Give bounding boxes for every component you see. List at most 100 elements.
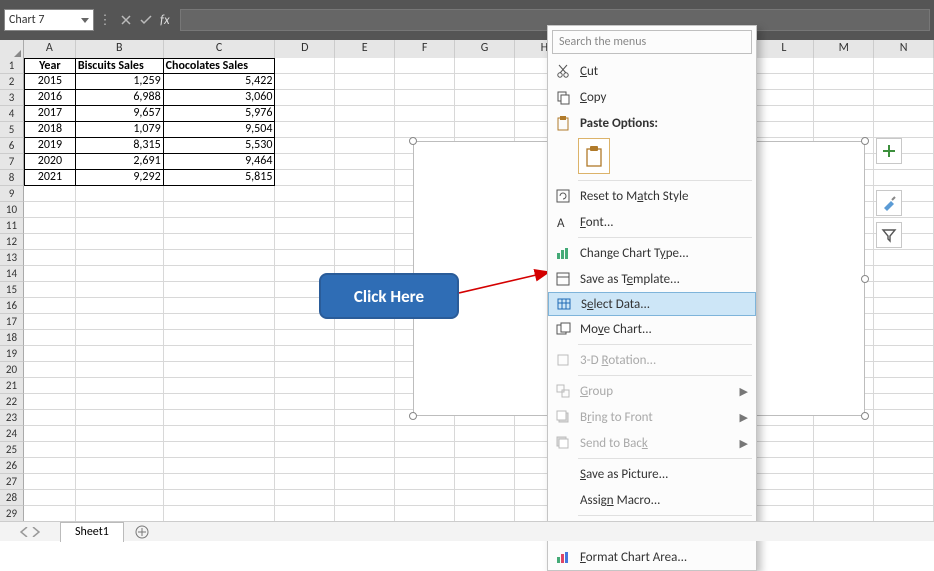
cell[interactable]: 1,079 [76, 122, 164, 138]
cell[interactable] [275, 506, 335, 522]
cell[interactable] [814, 426, 874, 442]
menu-copy[interactable]: Copy [548, 84, 756, 110]
row-header[interactable]: 20 [0, 362, 24, 378]
cell[interactable] [335, 394, 395, 410]
cell[interactable]: 5,976 [164, 106, 276, 122]
name-box[interactable]: Chart 7 [4, 9, 94, 31]
cell[interactable]: 2,691 [76, 154, 164, 170]
cell[interactable] [335, 410, 395, 426]
cell[interactable] [76, 282, 164, 298]
cell[interactable] [455, 426, 515, 442]
cell[interactable] [275, 250, 335, 266]
row-header[interactable]: 12 [0, 234, 24, 250]
menu-font[interactable]: A Font... [548, 209, 756, 235]
menu-cut[interactable]: Cut [548, 58, 756, 84]
cell[interactable] [24, 394, 76, 410]
cell[interactable] [275, 394, 335, 410]
cell[interactable] [76, 426, 164, 442]
col-header-D[interactable]: D [275, 40, 335, 58]
row-header[interactable]: 14 [0, 266, 24, 282]
chart-filters-button[interactable] [876, 222, 902, 248]
cell[interactable] [335, 154, 395, 170]
cell[interactable] [335, 346, 395, 362]
cell[interactable]: 2018 [24, 122, 76, 138]
cell[interactable] [76, 266, 164, 282]
name-box-dropdown-icon[interactable] [77, 10, 93, 30]
cell[interactable] [335, 170, 395, 186]
cell[interactable] [455, 458, 515, 474]
accept-formula-icon[interactable] [136, 10, 156, 30]
cell[interactable] [874, 362, 934, 378]
cell[interactable] [814, 122, 874, 138]
cell[interactable] [275, 138, 335, 154]
cell[interactable] [335, 506, 395, 522]
cell[interactable] [754, 122, 814, 138]
cell[interactable] [275, 154, 335, 170]
menu-move-chart[interactable]: Move Chart... [548, 316, 756, 342]
cell[interactable] [754, 58, 814, 74]
cell[interactable] [395, 426, 455, 442]
cell[interactable] [164, 346, 276, 362]
cell[interactable] [76, 330, 164, 346]
cell[interactable] [275, 74, 335, 90]
cell[interactable] [164, 282, 276, 298]
cell[interactable] [24, 410, 76, 426]
cell[interactable] [76, 250, 164, 266]
col-header-G[interactable]: G [455, 40, 515, 58]
cell[interactable] [395, 106, 455, 122]
cell[interactable] [76, 506, 164, 522]
cell[interactable] [164, 410, 276, 426]
chart-elements-button[interactable] [876, 138, 902, 164]
chart-styles-button[interactable] [876, 190, 902, 216]
cell[interactable] [754, 458, 814, 474]
cell[interactable] [24, 330, 76, 346]
cell[interactable] [335, 202, 395, 218]
row-header[interactable]: 6 [0, 138, 24, 154]
cell[interactable] [395, 442, 455, 458]
row-header[interactable]: 17 [0, 314, 24, 330]
row-header[interactable]: 16 [0, 298, 24, 314]
cell[interactable] [164, 362, 276, 378]
cell[interactable]: 2020 [24, 154, 76, 170]
cell[interactable] [874, 106, 934, 122]
cell[interactable] [395, 490, 455, 506]
cell[interactable] [24, 426, 76, 442]
cell[interactable] [814, 58, 874, 74]
resize-handle-tr[interactable] [861, 137, 869, 145]
cell[interactable] [874, 490, 934, 506]
cell[interactable] [24, 490, 76, 506]
col-header-L[interactable]: L [754, 40, 814, 58]
cell[interactable] [335, 58, 395, 74]
cell[interactable] [754, 74, 814, 90]
cell[interactable] [24, 266, 76, 282]
row-header[interactable]: 21 [0, 378, 24, 394]
cell[interactable]: 5,815 [164, 170, 276, 186]
cell[interactable] [24, 314, 76, 330]
cell[interactable]: 2016 [24, 90, 76, 106]
cell[interactable] [275, 490, 335, 506]
resize-handle-mr[interactable] [861, 275, 869, 283]
cell[interactable] [874, 474, 934, 490]
cell[interactable] [814, 106, 874, 122]
cell[interactable] [455, 58, 515, 74]
cell[interactable] [754, 426, 814, 442]
cell[interactable] [874, 250, 934, 266]
add-sheet-button[interactable] [132, 522, 152, 542]
cell[interactable] [275, 362, 335, 378]
cell[interactable] [76, 474, 164, 490]
cell[interactable] [164, 266, 276, 282]
cell[interactable] [275, 234, 335, 250]
cell[interactable] [164, 298, 276, 314]
cancel-formula-icon[interactable] [116, 10, 136, 30]
cell[interactable] [335, 106, 395, 122]
cell[interactable] [335, 378, 395, 394]
cell[interactable] [24, 442, 76, 458]
cell[interactable]: 2015 [24, 74, 76, 90]
cell[interactable] [24, 250, 76, 266]
cell[interactable] [874, 458, 934, 474]
tab-nav-buttons[interactable] [0, 527, 60, 537]
cell[interactable] [335, 442, 395, 458]
cell[interactable] [275, 346, 335, 362]
cell[interactable] [335, 234, 395, 250]
cell[interactable] [455, 506, 515, 522]
